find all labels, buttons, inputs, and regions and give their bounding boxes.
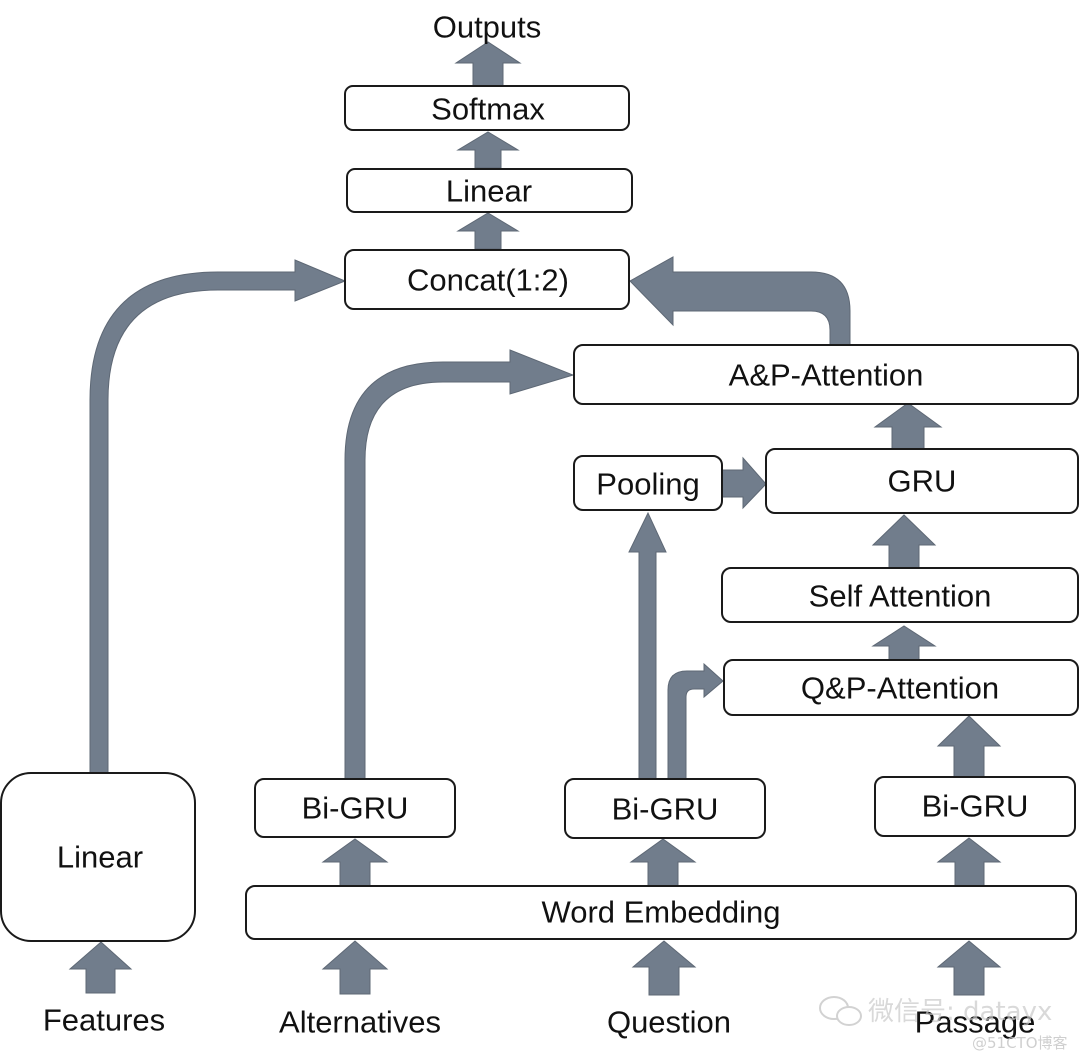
concat-label: Concat(1:2) [407,263,569,298]
pooling-label: Pooling [596,467,699,502]
softmax-label: Softmax [431,92,545,127]
outputs-label: Outputs [433,10,542,45]
linear-features-node: Linear [0,772,196,942]
alternatives-input-label: Alternatives [279,1005,441,1040]
architecture-diagram: Softmax Linear Concat(1:2) A&P-Attention… [0,10,1079,1052]
watermark: 微信号: datayx @51CTO博客 [819,996,1068,1052]
bigru-question-node: Bi-GRU [564,778,766,839]
self-attention-label: Self Attention [809,579,992,614]
question-input-label: Question [607,1005,731,1040]
bigru-passage-node: Bi-GRU [874,776,1076,837]
arrow-passage-to-embedding [936,940,1002,996]
arrow-self-attention-to-gru [871,514,937,569]
linear-features-label: Linear [57,840,143,875]
arrow-ap-attention-to-concat [629,256,851,346]
bigru-question-label: Bi-GRU [612,792,719,827]
word-embedding-label: Word Embedding [542,895,781,930]
arrow-question-bigru-to-pooling [628,511,667,780]
arrow-softmax-to-outputs [454,41,522,87]
self-attention-node: Self Attention [721,567,1079,623]
arrow-embedding-to-question-bigru [629,838,697,887]
gru-label: GRU [888,464,957,499]
qp-attention-label: Q&P-Attention [801,671,999,706]
linear-top-node: Linear [346,168,633,213]
bigru-passage-label: Bi-GRU [922,789,1029,824]
arrow-alternatives-to-embedding [321,940,389,995]
arrow-qp-attention-to-self-attention [871,625,937,661]
arrow-question-to-embedding [631,940,697,996]
bigru-alternatives-label: Bi-GRU [302,791,409,826]
arrow-alternatives-bigru-to-ap-attention [344,349,575,780]
softmax-node: Softmax [344,85,630,131]
concat-node: Concat(1:2) [344,249,630,310]
features-input-label: Features [43,1003,165,1038]
gru-node: GRU [765,448,1079,514]
ap-attention-node: A&P-Attention [573,344,1079,405]
linear-top-label: Linear [446,174,532,209]
watermark-wechat-id: 微信号: datayx [868,997,1052,1027]
arrow-embedding-to-passage-bigru [936,837,1002,887]
arrow-question-bigru-to-qp-attention [667,662,724,780]
arrow-passage-bigru-to-qp-attention [936,715,1002,778]
arrow-gru-to-ap-attention [873,402,943,450]
bigru-alternatives-node: Bi-GRU [254,778,456,838]
arrow-embedding-to-alternatives-bigru [321,838,389,887]
ap-attention-label: A&P-Attention [729,358,924,393]
qp-attention-node: Q&P-Attention [723,659,1079,716]
wechat-icon [819,996,862,1026]
arrow-pooling-to-gru [721,456,767,510]
arrow-features-linear-to-concat [89,259,347,774]
pooling-node: Pooling [573,455,723,511]
word-embedding-node: Word Embedding [245,885,1077,940]
watermark-site: @51CTO博客 [972,1034,1068,1052]
arrow-features-to-linear [68,941,133,994]
arrow-concat-to-linear [456,212,520,250]
arrow-linear-to-softmax [456,131,520,169]
